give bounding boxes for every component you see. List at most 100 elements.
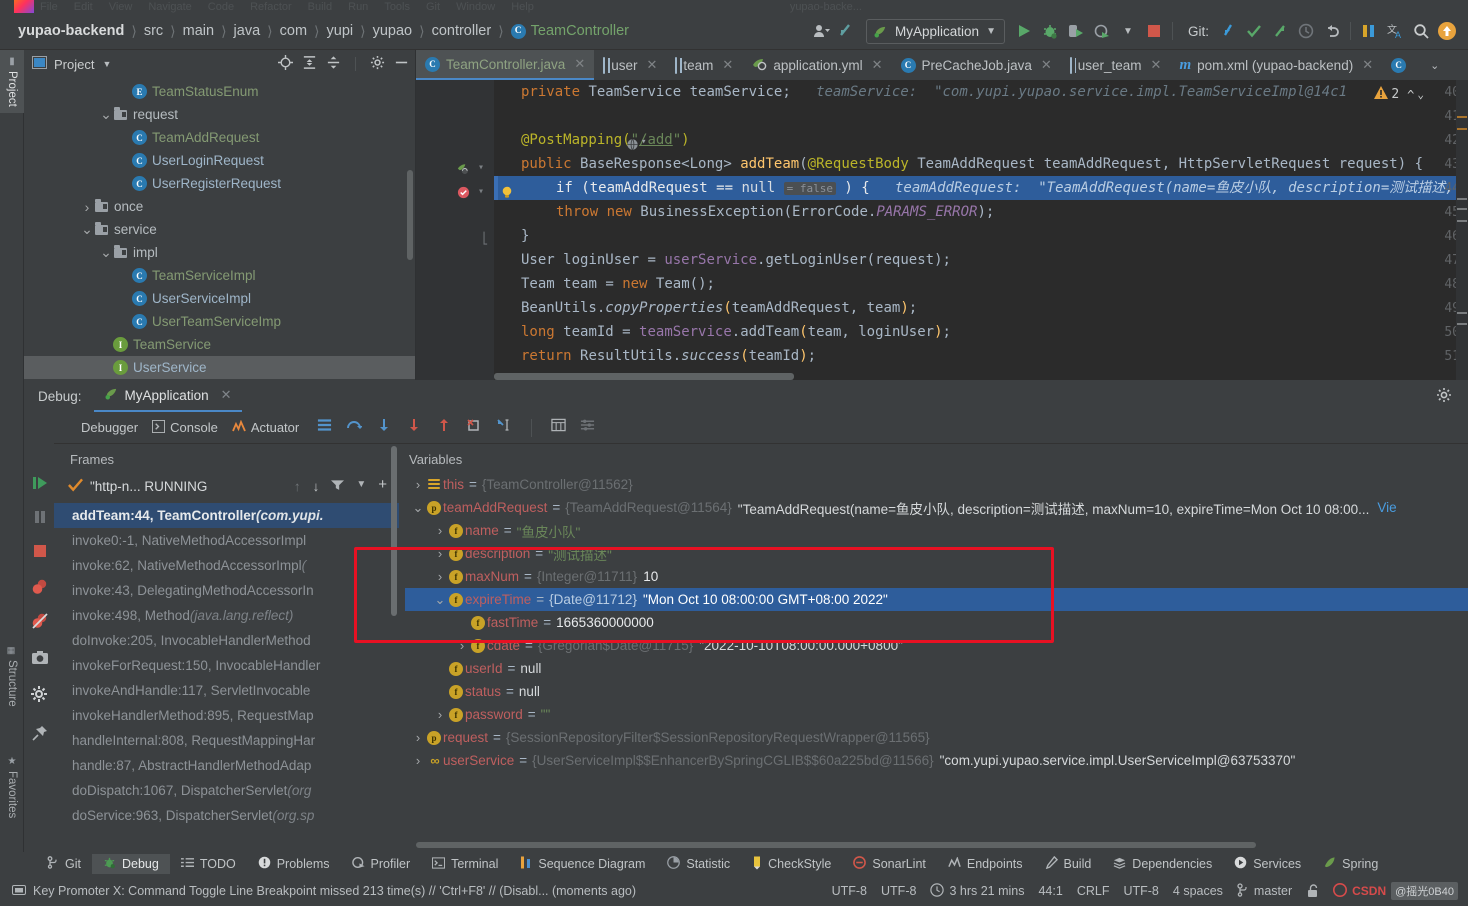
- menu-item-navigate[interactable]: Navigate: [148, 1, 191, 13]
- menu-item-run[interactable]: Run: [348, 1, 368, 13]
- close-tab-icon[interactable]: ✕: [872, 57, 883, 73]
- variable-row[interactable]: › f name = "鱼皮小队": [405, 519, 1468, 542]
- project-tree-item[interactable]: ⌄ service: [24, 218, 415, 241]
- breadcrumb-item-yupi[interactable]: yupi: [327, 23, 354, 39]
- project-tree-item[interactable]: C TeamServiceImpl: [24, 264, 415, 287]
- sidebar-item-favorites[interactable]: ★ Favorites: [0, 750, 24, 824]
- variable-row[interactable]: › f maxNum = {Integer@11711} 10: [405, 565, 1468, 588]
- menu-item-window[interactable]: Window: [456, 1, 495, 13]
- project-tree[interactable]: E TeamStatusEnum ⌄ request C TeamAddRequest C U…: [24, 78, 415, 379]
- tab-console[interactable]: Console: [152, 419, 218, 436]
- settings-icon[interactable]: [580, 418, 595, 437]
- project-tree-item[interactable]: C UserTeamServiceImp: [24, 310, 415, 333]
- editor-tab[interactable]: user ✕: [594, 50, 666, 80]
- variable-row[interactable]: f status = null: [405, 680, 1468, 703]
- chevron-right-icon[interactable]: ›: [411, 477, 425, 492]
- project-tree-item[interactable]: I UserService: [24, 356, 415, 379]
- settings-gear-icon[interactable]: [31, 686, 49, 704]
- tool-window-button-checkstyle[interactable]: CheckStyle: [741, 854, 842, 875]
- breadcrumb-item-teamcontroller[interactable]: TeamController: [531, 23, 629, 39]
- next-problem-icon[interactable]: ⌄: [1417, 88, 1424, 101]
- method-run-gutter-icon[interactable]: [456, 160, 469, 179]
- editor-tab[interactable]: user_team ✕: [1061, 50, 1171, 80]
- filter-icon[interactable]: [331, 479, 345, 494]
- debug-session-tab[interactable]: MyApplication ✕: [93, 380, 242, 412]
- chevron-down-icon[interactable]: ▼: [986, 26, 996, 37]
- frame-list-item[interactable]: handleInternal:808, RequestMappingHar: [54, 728, 399, 753]
- variable-row[interactable]: › f description = "测试描述": [405, 542, 1468, 565]
- chevron-right-icon[interactable]: ›: [433, 569, 447, 584]
- tool-window-button-problems[interactable]: Problems: [247, 854, 341, 874]
- prev-problem-icon[interactable]: ^: [1407, 88, 1414, 102]
- debug-icon[interactable]: [1037, 18, 1063, 44]
- variable-row[interactable]: › f password = "": [405, 703, 1468, 726]
- status-encoding-1[interactable]: UTF-8: [832, 884, 867, 898]
- code-editor[interactable]: 40 41 42 43 44 45 46 47 48 49 50 51 ▾ ▾: [416, 80, 1468, 380]
- git-update-icon[interactable]: [1215, 18, 1241, 44]
- undo-icon[interactable]: [1319, 18, 1345, 44]
- variables-tree[interactable]: › this = {TeamController@11562} ⌄ p teamAddReq…: [405, 473, 1468, 772]
- hide-icon[interactable]: [394, 55, 409, 73]
- menu-item-git[interactable]: Git: [426, 1, 440, 13]
- settings-icon[interactable]: [370, 55, 385, 73]
- drop-frame-icon[interactable]: [466, 418, 482, 437]
- notification-icon[interactable]: [1434, 18, 1460, 44]
- intention-bulb-icon[interactable]: [500, 184, 514, 203]
- breadcrumb-item-src[interactable]: src: [144, 23, 163, 39]
- inspection-widget[interactable]: 2 ^ ⌄: [1374, 86, 1424, 103]
- translate-icon[interactable]: 文A: [1382, 18, 1408, 44]
- variable-row[interactable]: › this = {TeamController@11562}: [405, 473, 1468, 496]
- tool-window-button-statistic[interactable]: Statistic: [656, 854, 741, 874]
- menu-item-help[interactable]: Help: [511, 1, 534, 13]
- close-tab-icon[interactable]: ✕: [574, 56, 585, 72]
- project-tree-item[interactable]: E TeamStatusEnum: [24, 80, 415, 103]
- variable-row[interactable]: ⌄ f expireTime = {Date@11712} "Mon Oct 10 08:…: [405, 588, 1468, 611]
- collapse-region-icon[interactable]: ▾: [478, 186, 484, 197]
- close-tab-icon[interactable]: ✕: [722, 57, 733, 73]
- pause-icon[interactable]: [31, 508, 49, 526]
- project-tree-item[interactable]: ⌄ impl: [24, 241, 415, 264]
- sidebar-item-project[interactable]: ▮ Project: [0, 50, 24, 113]
- project-tree-item[interactable]: I TeamService: [24, 333, 415, 356]
- editor-gutter[interactable]: [416, 80, 494, 380]
- chevron-down-icon[interactable]: ⌄: [100, 244, 112, 261]
- editor-tab[interactable]: C TeamController.java ✕: [416, 50, 595, 80]
- git-push-icon[interactable]: [1267, 18, 1293, 44]
- run-configuration-selector[interactable]: MyApplication ▼: [866, 18, 1005, 44]
- resume-icon[interactable]: [31, 474, 49, 492]
- editor-horizontal-scrollbar[interactable]: [494, 373, 794, 380]
- variable-row[interactable]: › p request = {SessionRepositoryFilter$Sessi…: [405, 726, 1468, 749]
- chevron-right-icon[interactable]: ›: [411, 730, 425, 745]
- run-with-coverage-icon[interactable]: [1063, 18, 1089, 44]
- dropdown-icon[interactable]: ▼: [356, 479, 366, 494]
- tool-window-button-build[interactable]: Build: [1034, 854, 1103, 874]
- tool-window-button-sonarlint[interactable]: SonarLint: [842, 854, 937, 874]
- tab-debugger[interactable]: Debugger: [81, 420, 138, 435]
- chevron-down-icon[interactable]: ⌄: [411, 500, 425, 516]
- collapse-all-icon[interactable]: [326, 55, 341, 73]
- project-tree-item[interactable]: C UserServiceImpl: [24, 287, 415, 310]
- menu-bar[interactable]: File Edit View Navigate Code Refactor Bu…: [0, 0, 1468, 13]
- editor-scrollbar[interactable]: [1456, 80, 1468, 380]
- down-arrow-icon[interactable]: ↓: [313, 479, 320, 494]
- stop-icon[interactable]: [1141, 18, 1167, 44]
- frame-list-item[interactable]: handle:87, AbstractHandlerMethodAdap: [54, 753, 399, 778]
- close-tab-icon[interactable]: ✕: [1362, 57, 1373, 73]
- tool-window-button-dependencies[interactable]: Dependencies: [1102, 855, 1223, 874]
- breadcrumb-item-controller[interactable]: controller: [432, 23, 492, 39]
- git-commit-icon[interactable]: [1241, 18, 1267, 44]
- close-icon[interactable]: ✕: [221, 387, 232, 403]
- editor-tab[interactable]: application.yml ✕: [742, 50, 891, 80]
- chevron-down-icon[interactable]: ⌄: [100, 106, 112, 123]
- editor-tab[interactable]: C PreCacheJob.java ✕: [892, 50, 1061, 80]
- menu-item-build[interactable]: Build: [308, 1, 332, 13]
- frame-list-item[interactable]: invoke:43, DelegatingMethodAccessorIn: [54, 578, 399, 603]
- menu-item-tools[interactable]: Tools: [384, 1, 410, 13]
- close-tab-icon[interactable]: ✕: [1151, 57, 1162, 73]
- variable-row[interactable]: › f cdate = {Gregorian$Date@11715} "2022-10-1…: [405, 634, 1468, 657]
- chevron-down-icon[interactable]: ▼: [1115, 18, 1141, 44]
- evaluate-expression-icon[interactable]: [551, 418, 566, 437]
- frame-list-item[interactable]: doDispatch:1067, DispatcherServlet (org: [54, 778, 399, 803]
- stop-icon[interactable]: [31, 542, 49, 560]
- frame-list-item[interactable]: doService:963, DispatcherServlet (org.sp: [54, 803, 399, 828]
